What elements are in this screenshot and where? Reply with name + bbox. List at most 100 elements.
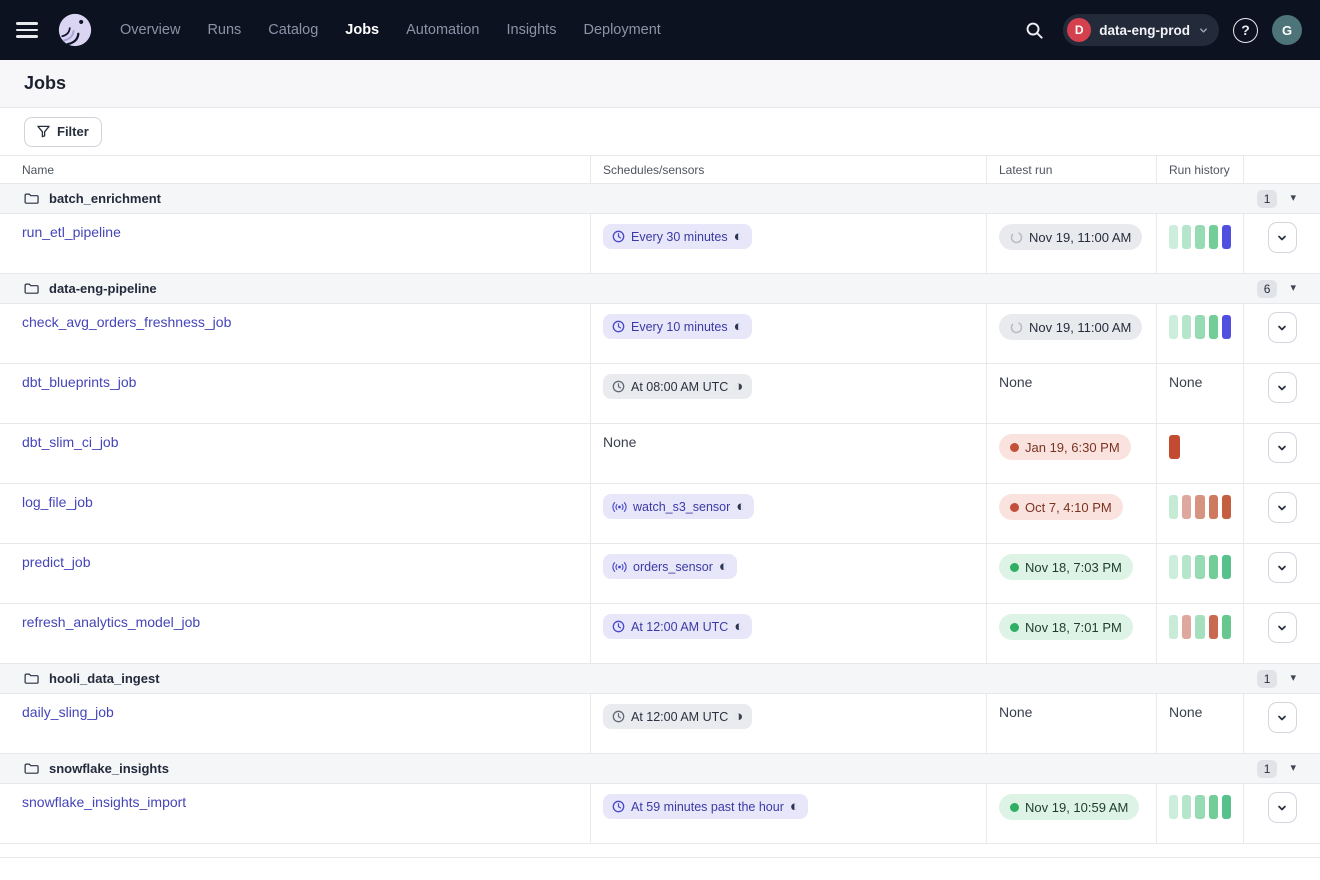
run-history-bar[interactable] <box>1182 315 1191 339</box>
row-actions-button[interactable] <box>1268 432 1297 463</box>
nav-item-insights[interactable]: Insights <box>506 22 556 38</box>
group-row[interactable]: snowflake_insights 1 ▾ <box>0 754 1320 784</box>
job-name-link[interactable]: check_avg_orders_freshness_job <box>22 314 231 330</box>
sensor-pill[interactable]: watch_s3_sensor◐ <box>603 494 754 519</box>
run-history-bar[interactable] <box>1222 615 1231 639</box>
group-row[interactable]: data-eng-pipeline 6 ▾ <box>0 274 1320 304</box>
run-history-bar[interactable] <box>1182 225 1191 249</box>
run-history-bar[interactable] <box>1169 555 1178 579</box>
run-history-bar[interactable] <box>1209 315 1218 339</box>
job-name-link[interactable]: predict_job <box>22 554 91 570</box>
nav-item-overview[interactable]: Overview <box>120 22 180 38</box>
filter-bar: Filter <box>0 108 1320 155</box>
schedule-pill[interactable]: At 12:00 AM UTC◐ <box>603 614 752 639</box>
filter-button[interactable]: Filter <box>24 117 102 147</box>
schedule-toggle-on[interactable]: ◐ <box>790 799 799 814</box>
schedule-pill[interactable]: Every 10 minutes◐ <box>603 314 752 339</box>
run-status-dot <box>1010 443 1019 452</box>
row-actions-button[interactable] <box>1268 702 1297 733</box>
schedule-pill[interactable]: At 12:00 AM UTC◑ <box>603 704 752 729</box>
schedule-pill[interactable]: At 59 minutes past the hour◐ <box>603 794 808 819</box>
run-history-bar[interactable] <box>1209 555 1218 579</box>
run-history-bar[interactable] <box>1209 615 1218 639</box>
run-history-bar[interactable] <box>1222 495 1231 519</box>
search-icon[interactable] <box>1019 15 1049 45</box>
run-history-bar[interactable] <box>1169 615 1178 639</box>
group-row[interactable]: hooli_data_ingest 1 ▾ <box>0 664 1320 694</box>
run-history-bar[interactable] <box>1209 225 1218 249</box>
schedule-pill[interactable]: At 08:00 AM UTC◑ <box>603 374 752 399</box>
schedule-toggle-off[interactable]: ◑ <box>734 709 743 724</box>
group-collapse-caret-icon[interactable]: ▾ <box>1290 763 1296 774</box>
job-name-link[interactable]: log_file_job <box>22 494 93 510</box>
run-history-bar[interactable] <box>1222 795 1231 819</box>
run-history-bar[interactable] <box>1195 315 1204 339</box>
help-icon[interactable]: ? <box>1233 18 1258 43</box>
latest-run-pill[interactable]: Nov 19, 11:00 AM <box>999 224 1142 250</box>
job-name-link[interactable]: daily_sling_job <box>22 704 114 720</box>
run-history-bar[interactable] <box>1169 795 1178 819</box>
dagster-logo-icon[interactable] <box>56 11 94 49</box>
row-actions-button[interactable] <box>1268 612 1297 643</box>
run-history-bar[interactable] <box>1182 555 1191 579</box>
nav-item-automation[interactable]: Automation <box>406 22 479 38</box>
latest-run-pill[interactable]: Oct 7, 4:10 PM <box>999 494 1123 520</box>
schedule-toggle-on[interactable]: ◐ <box>736 499 745 514</box>
row-actions-button[interactable] <box>1268 372 1297 403</box>
run-history-bar[interactable] <box>1169 495 1178 519</box>
run-history-bar[interactable] <box>1169 435 1180 459</box>
run-history-bar[interactable] <box>1169 315 1178 339</box>
row-actions-button[interactable] <box>1268 492 1297 523</box>
run-history-bar[interactable] <box>1195 795 1204 819</box>
row-actions-button[interactable] <box>1268 552 1297 583</box>
run-history-bar[interactable] <box>1195 225 1204 249</box>
group-collapse-caret-icon[interactable]: ▾ <box>1290 193 1296 204</box>
sensor-pill[interactable]: orders_sensor◐ <box>603 554 737 579</box>
schedule-toggle-on[interactable]: ◐ <box>734 229 743 244</box>
latest-run-pill[interactable]: Nov 19, 11:00 AM <box>999 314 1142 340</box>
nav-item-catalog[interactable]: Catalog <box>268 22 318 38</box>
row-actions-button[interactable] <box>1268 792 1297 823</box>
group-row[interactable]: batch_enrichment 1 ▾ <box>0 184 1320 214</box>
run-history-bar[interactable] <box>1222 555 1231 579</box>
nav-item-runs[interactable]: Runs <box>207 22 241 38</box>
schedule-toggle-off[interactable]: ◑ <box>734 379 743 394</box>
run-history-bar[interactable] <box>1195 615 1204 639</box>
job-name-link[interactable]: dbt_slim_ci_job <box>22 434 119 450</box>
run-history-bar[interactable] <box>1195 495 1204 519</box>
run-history-bar[interactable] <box>1222 225 1231 249</box>
run-history-bar[interactable] <box>1169 225 1178 249</box>
latest-run-pill[interactable]: Nov 18, 7:03 PM <box>999 554 1133 580</box>
latest-run-time: Nov 19, 10:59 AM <box>1025 800 1128 815</box>
column-header-latest-run: Latest run <box>986 156 1156 183</box>
sensor-icon <box>612 501 627 513</box>
schedule-toggle-on[interactable]: ◐ <box>719 559 728 574</box>
user-avatar[interactable]: G <box>1272 15 1302 45</box>
run-history-bars <box>1169 224 1231 249</box>
run-history-bar[interactable] <box>1209 795 1218 819</box>
latest-run-pill[interactable]: Nov 19, 10:59 AM <box>999 794 1139 820</box>
run-history-bar[interactable] <box>1195 555 1204 579</box>
run-history-bar[interactable] <box>1182 615 1191 639</box>
schedule-pill[interactable]: Every 30 minutes◐ <box>603 224 752 249</box>
schedule-toggle-on[interactable]: ◐ <box>734 319 743 334</box>
job-name-link[interactable]: snowflake_insights_import <box>22 794 186 810</box>
schedule-toggle-on[interactable]: ◐ <box>734 619 743 634</box>
deployment-switcher[interactable]: D data-eng-prod <box>1063 14 1219 46</box>
row-actions-button[interactable] <box>1268 312 1297 343</box>
latest-run-pill[interactable]: Nov 18, 7:01 PM <box>999 614 1133 640</box>
run-history-bar[interactable] <box>1182 795 1191 819</box>
run-history-bar[interactable] <box>1222 315 1231 339</box>
job-name-link[interactable]: refresh_analytics_model_job <box>22 614 200 630</box>
nav-item-deployment[interactable]: Deployment <box>583 22 660 38</box>
group-collapse-caret-icon[interactable]: ▾ <box>1290 673 1296 684</box>
group-collapse-caret-icon[interactable]: ▾ <box>1290 283 1296 294</box>
run-history-bar[interactable] <box>1182 495 1191 519</box>
latest-run-pill[interactable]: Jan 19, 6:30 PM <box>999 434 1131 460</box>
row-actions-button[interactable] <box>1268 222 1297 253</box>
job-name-link[interactable]: run_etl_pipeline <box>22 224 121 240</box>
job-name-link[interactable]: dbt_blueprints_job <box>22 374 136 390</box>
run-history-bar[interactable] <box>1209 495 1218 519</box>
hamburger-menu-icon[interactable] <box>16 22 38 38</box>
nav-item-jobs[interactable]: Jobs <box>345 22 379 38</box>
